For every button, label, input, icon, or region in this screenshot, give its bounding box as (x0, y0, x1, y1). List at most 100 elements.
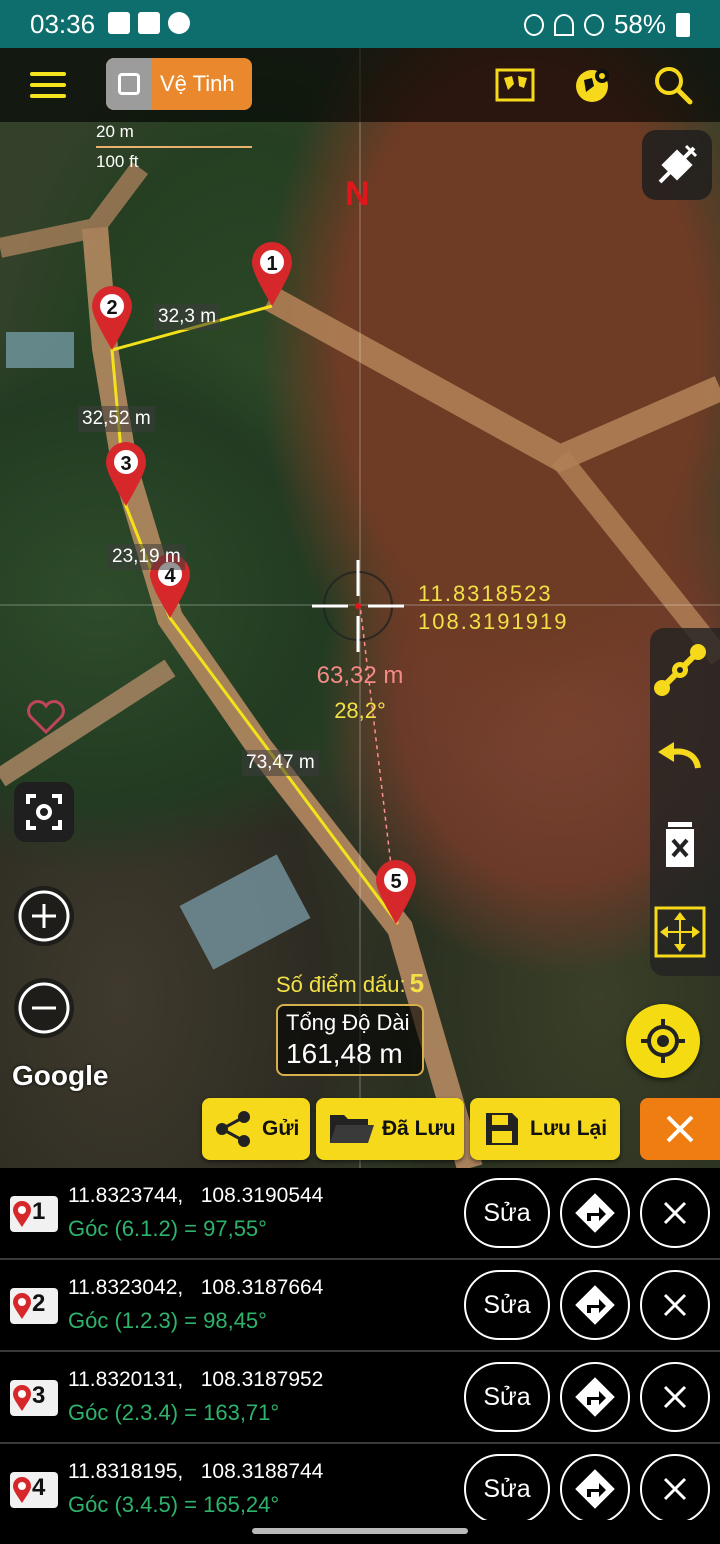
pin-icon (13, 1201, 31, 1227)
screen-capture-button[interactable] (14, 782, 74, 842)
measure-line-icon (654, 644, 706, 696)
directions-icon (575, 1469, 615, 1509)
heart-icon[interactable] (26, 700, 66, 734)
crosshair-coordinates: 11.8318523 108.3191919 (418, 580, 568, 636)
close-measure-button[interactable] (640, 1098, 720, 1160)
close-icon (666, 1115, 694, 1143)
close-icon (663, 1385, 687, 1409)
point-list: 1 11.8323744, 108.3190544 Góc (6.1.2) = … (0, 1168, 720, 1524)
save-label: Lưu Lại (530, 1117, 608, 1140)
status-time: 03:36 (30, 9, 96, 39)
dnd-icon (583, 13, 604, 36)
google-attribution: Google (12, 1060, 109, 1091)
directions-icon (575, 1193, 615, 1233)
scale-bar: 20 m 100 ft (96, 122, 252, 172)
edit-point-button[interactable]: Sửa (464, 1178, 550, 1248)
close-icon (663, 1477, 687, 1501)
crosshair-icon (312, 560, 404, 652)
directions-icon (575, 1285, 615, 1325)
plug-icon (658, 144, 698, 184)
edit-point-button[interactable]: Sửa (464, 1454, 550, 1524)
gallery-icon (108, 12, 130, 34)
point-angle: Góc (3.4.5) = 165,24° (68, 1492, 280, 1517)
point-marker-badge: 4 (10, 1472, 58, 1508)
point-coordinates: 11.8323744, 108.3190544 (68, 1184, 324, 1207)
undo-button[interactable] (650, 728, 710, 788)
send-button[interactable]: Gửi (202, 1098, 310, 1160)
directions-icon (575, 1377, 615, 1417)
delete-point-button[interactable] (640, 1362, 710, 1432)
search-icon[interactable] (652, 64, 694, 106)
total-length-value: 161,48 m (286, 1038, 403, 1069)
zoom-in-button[interactable] (14, 886, 74, 946)
fit-bounds-button[interactable] (650, 902, 710, 962)
location-icon (523, 13, 544, 36)
wifi-icon (553, 13, 574, 36)
plus-icon (18, 890, 70, 942)
delete-all-button[interactable] (650, 814, 710, 874)
point-index: 3 (32, 1382, 46, 1409)
gps-toggle-button[interactable] (642, 130, 712, 200)
point-angle: Góc (1.2.3) = 98,45° (68, 1308, 267, 1333)
marker-count-label: Số điểm dấu: (276, 972, 406, 997)
globe-pin-icon[interactable] (572, 64, 614, 106)
undo-icon (658, 742, 701, 769)
total-length-box: Tổng Độ Dài 161,48 m (276, 1004, 424, 1076)
total-length-label: Tổng Độ Dài (286, 1010, 410, 1035)
crosshair-longitude: 108.3191919 (418, 609, 569, 634)
close-icon (663, 1293, 687, 1317)
puzzle-icon (138, 12, 160, 34)
point-index: 2 (32, 1290, 46, 1317)
navigate-point-button[interactable] (560, 1270, 630, 1340)
delete-point-button[interactable] (640, 1270, 710, 1340)
marker-count-value: 5 (409, 968, 425, 998)
close-icon (663, 1201, 687, 1225)
north-indicator: N (345, 175, 370, 213)
delete-point-button[interactable] (640, 1178, 710, 1248)
svg-text:3: 3 (120, 453, 131, 475)
my-location-button[interactable] (626, 1004, 700, 1078)
navigate-point-button[interactable] (560, 1178, 630, 1248)
point-marker-badge: 2 (10, 1288, 58, 1324)
svg-text:1: 1 (266, 253, 277, 275)
satellite-thumb-icon (106, 58, 152, 110)
scale-imperial: 100 ft (96, 152, 139, 171)
trash-icon (666, 822, 694, 867)
point-angle: Góc (2.3.4) = 163,71° (68, 1400, 280, 1425)
pin-icon (13, 1477, 31, 1503)
status-right: 58% (523, 9, 690, 40)
list-item: 3 11.8320131, 108.3187952 Góc (2.3.4) = … (0, 1352, 720, 1444)
edit-point-button[interactable]: Sửa (464, 1270, 550, 1340)
battery-icon (676, 12, 690, 37)
map-type-button[interactable]: Vệ Tinh (106, 58, 252, 110)
delete-point-button[interactable] (640, 1454, 710, 1524)
navigate-point-button[interactable] (560, 1454, 630, 1524)
world-map-icon[interactable] (494, 64, 536, 106)
saved-label: Đã Lưu (382, 1117, 456, 1140)
gesture-bar[interactable] (0, 1520, 720, 1544)
focus-frame-icon (26, 794, 62, 830)
segment-label-4-5: 73,47 m (242, 750, 319, 776)
navigate-point-button[interactable] (560, 1362, 630, 1432)
target-icon (641, 1019, 685, 1063)
minus-icon (18, 982, 70, 1034)
status-bar: 03:36 58% (0, 0, 720, 48)
menu-icon[interactable] (30, 72, 66, 98)
list-item: 1 11.8323744, 108.3190544 Góc (6.1.2) = … (0, 1168, 720, 1260)
floppy-disk-icon (486, 1113, 518, 1145)
notification-icons (108, 12, 190, 34)
edit-point-button[interactable]: Sửa (464, 1362, 550, 1432)
point-index: 4 (32, 1474, 46, 1501)
svg-text:5: 5 (390, 871, 401, 893)
saved-button[interactable]: Đã Lưu (316, 1098, 464, 1160)
crosshair-latitude: 11.8318523 (418, 581, 553, 606)
point-angle: Góc (6.1.2) = 97,55° (68, 1216, 267, 1241)
save-button[interactable]: Lưu Lại (470, 1098, 620, 1160)
zoom-out-button[interactable] (14, 978, 74, 1038)
map-type-label: Vệ Tinh (160, 71, 235, 96)
send-label: Gửi (262, 1117, 300, 1140)
measure-line-button[interactable] (650, 640, 710, 700)
segment-label-2-3: 32,52 m (78, 406, 155, 432)
point-index: 1 (32, 1198, 46, 1225)
pin-icon (13, 1293, 31, 1319)
